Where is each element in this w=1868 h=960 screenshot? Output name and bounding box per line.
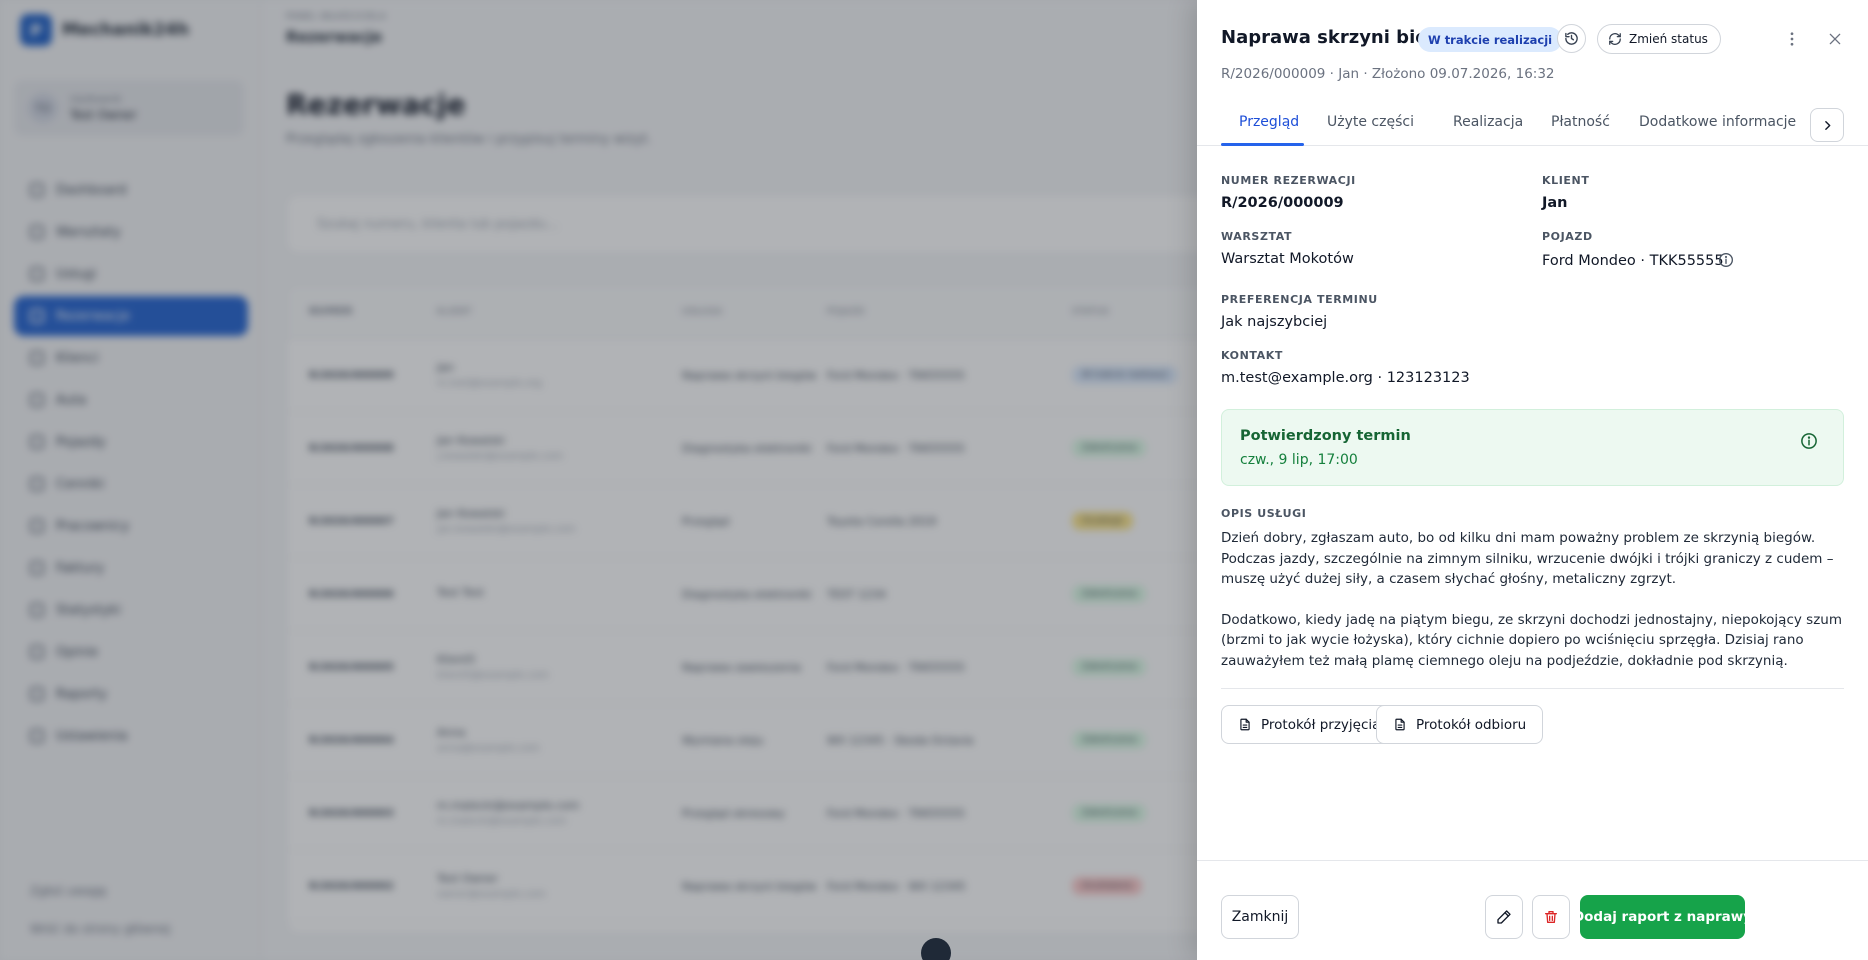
document-icon [1395,718,1405,731]
status-badge: W trakcie realizacji [1418,27,1563,52]
delete-button[interactable] [1532,895,1570,939]
reservation-number-value: R/2026/000009 [1221,195,1344,211]
workshop-value: Warsztat Mokotów [1221,251,1354,267]
service-description-label: OPIS USŁUGI [1221,507,1307,520]
description-paragraph: Dzień dobry, zgłaszam auto, bo od kilku … [1221,530,1834,587]
term-preference-value: Jak najszybciej [1221,314,1328,330]
intake-protocol-label: Protokół przyjęcia [1261,716,1381,733]
confirmed-term-title: Potwierdzony termin [1240,428,1411,444]
add-repair-report-button[interactable]: Dodaj raport z naprawy [1573,895,1752,939]
contact-value: m.test@example.org · 123123123 [1221,370,1470,386]
workshop-label: WARSZTAT [1221,230,1293,243]
divider [1221,688,1844,689]
active-tab-indicator [1221,143,1304,146]
service-description: Dzień dobry, zgłaszam auto, bo od kilku … [1221,528,1844,691]
intake-protocol-button[interactable]: Protokół przyjęcia [1221,705,1398,744]
close-panel-button[interactable] [1820,24,1850,54]
floating-app-icon [921,938,951,960]
chevron-right-icon [1824,120,1830,130]
more-vertical-icon [1790,32,1794,46]
edit-button[interactable] [1485,895,1523,939]
reservation-meta: R/2026/000009 · Jan · Złożono 09.07.2026… [1221,66,1555,82]
close-button[interactable]: Zamknij [1221,895,1299,939]
tab-execution[interactable]: Realizacja [1453,114,1523,130]
change-status-label: Zmień status [1629,32,1708,46]
pickup-protocol-label: Protokół odbioru [1416,716,1527,733]
close-icon [1829,33,1841,45]
client-value: Jan [1542,195,1568,211]
tab-overview[interactable]: Przegląd [1239,114,1299,130]
reservation-detail-panel: Naprawa skrzyni biegów W trakcie realiza… [1197,0,1868,960]
change-status-button[interactable]: Zmień status [1597,24,1721,54]
client-label: KLIENT [1542,174,1590,187]
document-icon [1240,718,1250,731]
refresh-icon [1609,33,1621,45]
more-options-button[interactable] [1777,24,1807,54]
history-icon [1565,32,1578,45]
history-button[interactable] [1557,24,1586,53]
tab-payment[interactable]: Płatność [1551,114,1610,130]
pencil-icon [1497,910,1511,924]
contact-label: KONTAKT [1221,349,1283,362]
vehicle-value: Ford Mondeo · TKK55555 [1542,253,1724,269]
pickup-protocol-button[interactable]: Protokół odbioru [1376,705,1544,744]
vehicle-label: POJAZD [1542,230,1593,243]
vehicle-info-icon[interactable] [1718,252,1734,268]
tab-used-parts[interactable]: Użyte części [1327,114,1414,130]
tabs-scroll-right-button[interactable] [1810,108,1844,142]
confirmed-term-info-icon[interactable] [1800,432,1818,450]
reservation-number-label: NUMER REZERWACJI [1221,174,1356,187]
tab-additional-info[interactable]: Dodatkowe informacje [1639,114,1796,130]
term-preference-label: PREFERENCJA TERMINU [1221,293,1378,306]
confirmed-term-box: Potwierdzony termin czw., 9 lip, 17:00 [1221,409,1844,486]
description-paragraph: Dodatkowo, kiedy jadę na piątym biegu, z… [1221,611,1842,669]
trash-icon [1545,911,1557,923]
panel-footer: Zamknij Dodaj raport z naprawy [1197,860,1868,960]
panel-tabs: Przegląd Użyte części Realizacja Płatnoś… [1197,104,1868,146]
confirmed-term-value: czw., 9 lip, 17:00 [1240,452,1358,468]
